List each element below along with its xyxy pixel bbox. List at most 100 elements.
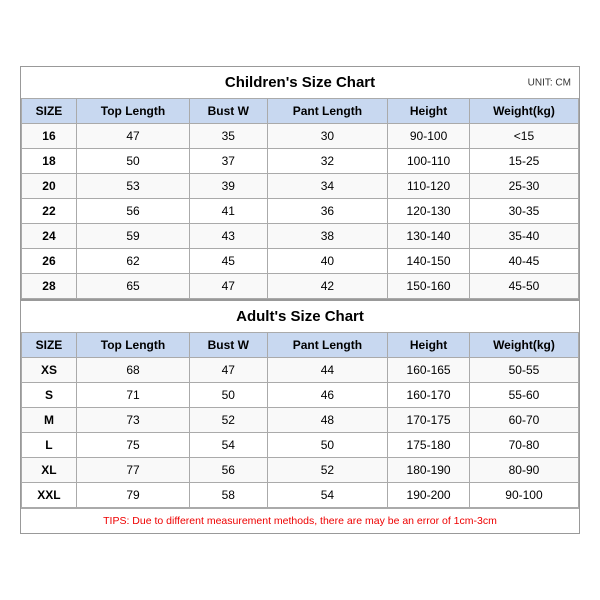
- table-cell: 16: [22, 124, 77, 149]
- table-cell: 54: [190, 433, 268, 458]
- table-row: 22564136120-13030-35: [22, 199, 579, 224]
- table-cell: 70-80: [469, 433, 578, 458]
- table-cell: 47: [190, 274, 268, 299]
- header-bust-w: Bust W: [190, 99, 268, 124]
- table-cell: 15-25: [469, 149, 578, 174]
- table-cell: 52: [267, 458, 388, 483]
- table-cell: 55-60: [469, 383, 578, 408]
- table-row: XL775652180-19080-90: [22, 458, 579, 483]
- table-cell: 65: [76, 274, 189, 299]
- header-pant-length: Pant Length: [267, 99, 388, 124]
- table-cell: 43: [190, 224, 268, 249]
- table-cell: XL: [22, 458, 77, 483]
- table-cell: 18: [22, 149, 77, 174]
- table-cell: 52: [190, 408, 268, 433]
- table-cell: 59: [76, 224, 189, 249]
- header-weight: Weight(kg): [469, 99, 578, 124]
- table-cell: 26: [22, 249, 77, 274]
- table-cell: 36: [267, 199, 388, 224]
- table-cell: S: [22, 383, 77, 408]
- adult-header-row: SIZE Top Length Bust W Pant Length Heigh…: [22, 333, 579, 358]
- table-cell: 100-110: [388, 149, 470, 174]
- table-cell: 160-170: [388, 383, 470, 408]
- adult-size-table: SIZE Top Length Bust W Pant Length Heigh…: [21, 332, 579, 508]
- adult-header-top-length: Top Length: [76, 333, 189, 358]
- header-height: Height: [388, 99, 470, 124]
- adult-header-height: Height: [388, 333, 470, 358]
- table-row: S715046160-17055-60: [22, 383, 579, 408]
- table-cell: 68: [76, 358, 189, 383]
- table-row: XXL795854190-20090-100: [22, 483, 579, 508]
- table-cell: 25-30: [469, 174, 578, 199]
- table-cell: 130-140: [388, 224, 470, 249]
- table-cell: 45-50: [469, 274, 578, 299]
- table-cell: XXL: [22, 483, 77, 508]
- table-cell: 30-35: [469, 199, 578, 224]
- adult-header-pant-length: Pant Length: [267, 333, 388, 358]
- children-section-title: Children's Size Chart UNIT: CM: [21, 67, 579, 98]
- table-cell: 54: [267, 483, 388, 508]
- table-cell: 34: [267, 174, 388, 199]
- adult-table-body: XS684744160-16550-55S715046160-17055-60M…: [22, 358, 579, 508]
- table-cell: 160-165: [388, 358, 470, 383]
- table-cell: 73: [76, 408, 189, 433]
- children-table-body: 1647353090-100<1518503732100-11015-25205…: [22, 124, 579, 299]
- table-cell: 22: [22, 199, 77, 224]
- table-cell: 110-120: [388, 174, 470, 199]
- adult-header-weight: Weight(kg): [469, 333, 578, 358]
- adult-header-bust-w: Bust W: [190, 333, 268, 358]
- size-chart-container: Children's Size Chart UNIT: CM SIZE Top …: [20, 66, 580, 534]
- table-cell: 50: [190, 383, 268, 408]
- table-cell: 140-150: [388, 249, 470, 274]
- table-cell: 79: [76, 483, 189, 508]
- unit-label: UNIT: CM: [528, 77, 571, 88]
- table-cell: 44: [267, 358, 388, 383]
- table-cell: 71: [76, 383, 189, 408]
- table-cell: 53: [76, 174, 189, 199]
- table-cell: 56: [76, 199, 189, 224]
- table-cell: 39: [190, 174, 268, 199]
- tips-text: TIPS: Due to different measurement metho…: [21, 508, 579, 533]
- table-cell: 46: [267, 383, 388, 408]
- table-cell: 60-70: [469, 408, 578, 433]
- children-size-table: SIZE Top Length Bust W Pant Length Heigh…: [21, 98, 579, 299]
- table-cell: 75: [76, 433, 189, 458]
- table-cell: 90-100: [388, 124, 470, 149]
- table-cell: 47: [190, 358, 268, 383]
- table-cell: 35: [190, 124, 268, 149]
- table-cell: 42: [267, 274, 388, 299]
- table-cell: 175-180: [388, 433, 470, 458]
- header-size: SIZE: [22, 99, 77, 124]
- table-row: 1647353090-100<15: [22, 124, 579, 149]
- table-cell: 190-200: [388, 483, 470, 508]
- table-row: 26624540140-15040-45: [22, 249, 579, 274]
- table-cell: 37: [190, 149, 268, 174]
- table-row: M735248170-17560-70: [22, 408, 579, 433]
- table-row: 18503732100-11015-25: [22, 149, 579, 174]
- table-cell: 24: [22, 224, 77, 249]
- table-cell: 47: [76, 124, 189, 149]
- table-cell: 38: [267, 224, 388, 249]
- adult-title-text: Adult's Size Chart: [236, 308, 364, 325]
- table-row: 24594338130-14035-40: [22, 224, 579, 249]
- table-cell: 62: [76, 249, 189, 274]
- table-row: XS684744160-16550-55: [22, 358, 579, 383]
- table-cell: 40-45: [469, 249, 578, 274]
- table-cell: 41: [190, 199, 268, 224]
- table-cell: 80-90: [469, 458, 578, 483]
- table-cell: 40: [267, 249, 388, 274]
- adult-header-size: SIZE: [22, 333, 77, 358]
- header-top-length: Top Length: [76, 99, 189, 124]
- table-row: L755450175-18070-80: [22, 433, 579, 458]
- table-cell: 90-100: [469, 483, 578, 508]
- table-cell: 150-160: [388, 274, 470, 299]
- table-cell: 32: [267, 149, 388, 174]
- table-cell: 170-175: [388, 408, 470, 433]
- table-cell: 35-40: [469, 224, 578, 249]
- table-cell: 28: [22, 274, 77, 299]
- table-row: 20533934110-12025-30: [22, 174, 579, 199]
- table-cell: 48: [267, 408, 388, 433]
- table-cell: L: [22, 433, 77, 458]
- table-cell: 30: [267, 124, 388, 149]
- table-cell: <15: [469, 124, 578, 149]
